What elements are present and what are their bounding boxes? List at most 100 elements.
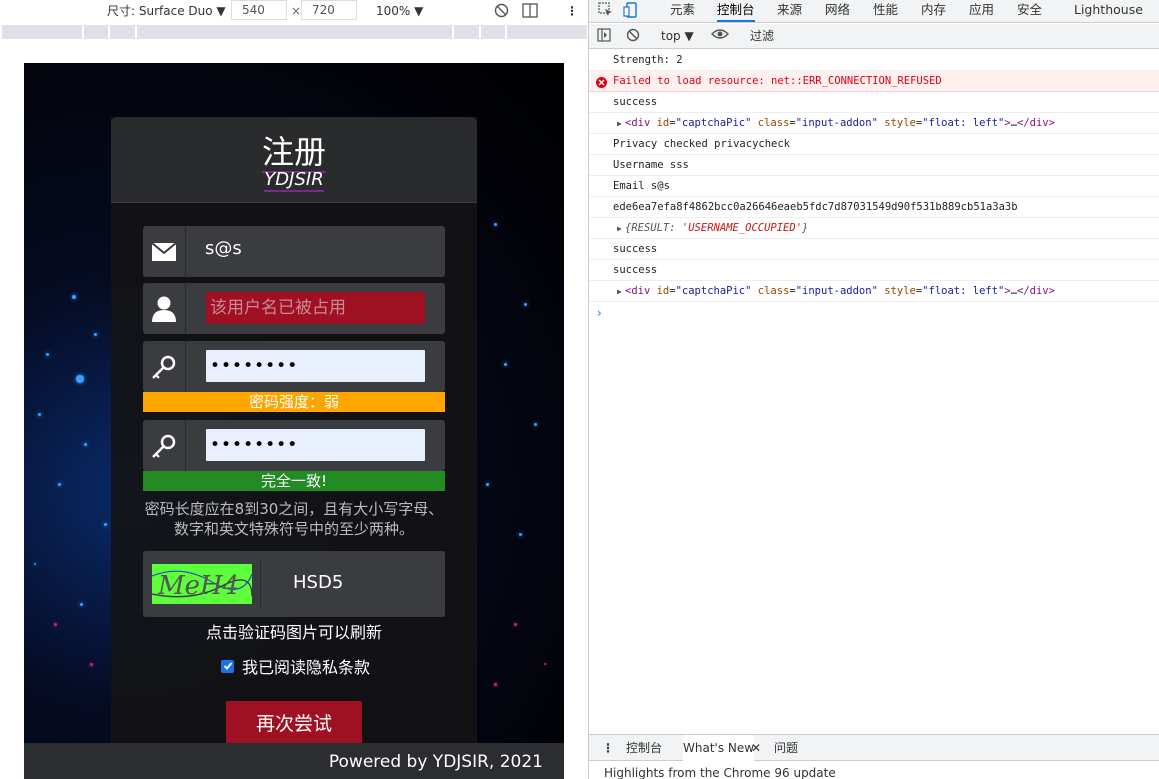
email-field[interactable]: s@s [143, 226, 445, 277]
log-entry: Strength: 2 [589, 50, 1159, 71]
width-input[interactable]: 540 [231, 0, 287, 20]
log-entry: Privacy checked privacycheck [589, 134, 1159, 155]
inspect-element-icon[interactable] [598, 2, 613, 24]
zoom-select[interactable]: 100% ▼ [376, 3, 423, 19]
tab-sources[interactable]: 来源 [777, 0, 802, 22]
console-log: Strength: 2 Failed to load resource: net… [589, 50, 1159, 302]
background-star [104, 523, 107, 526]
captcha-glyphs: MeH4 [157, 571, 239, 601]
privacy-checkbox-row[interactable]: 我已阅读隐私条款 [221, 654, 370, 678]
screen: 尺寸: Surface Duo ▼ 540 × 720 100% ▼ ⋮ 注册 … [0, 0, 1159, 779]
times-sign: × [291, 4, 302, 18]
ruler-segment[interactable] [137, 25, 454, 39]
log-entry: success [589, 92, 1159, 113]
username-field[interactable]: 该用户名已被占用 [143, 283, 445, 334]
more-options-icon[interactable]: ⋮ [566, 3, 578, 19]
device-toolbar: 尺寸: Surface Duo ▼ 540 × 720 100% ▼ ⋮ [0, 0, 588, 22]
tab-application[interactable]: 应用 [969, 0, 994, 22]
password-strength-bar: 密码强度：弱 [143, 392, 445, 412]
key-icon [143, 341, 186, 392]
tab-memory[interactable]: 内存 [921, 0, 946, 22]
ruler-segment[interactable] [2, 25, 84, 39]
captcha-divider [260, 559, 261, 609]
background-star [494, 223, 497, 226]
eye-icon[interactable] [711, 28, 729, 45]
context-select[interactable]: top ▼ [661, 28, 694, 45]
device-toggle-icon[interactable] [623, 2, 639, 24]
error-text: Failed to load resource: net::ERR_CONNEC… [613, 75, 942, 87]
sidebar-toggle-icon[interactable] [597, 28, 611, 45]
footer-text: Powered by YDJSIR, 2021 [328, 752, 543, 772]
expand-triangle-icon[interactable]: ▶ [617, 113, 622, 133]
background-star [504, 363, 507, 366]
background-star [524, 303, 527, 306]
log-entry: Email s@s [589, 176, 1159, 197]
background-star [34, 563, 36, 565]
captcha-image[interactable]: MeH4 [152, 564, 252, 604]
background-star [94, 333, 97, 336]
password-input[interactable]: •••••••• [206, 350, 425, 382]
ruler-segment[interactable] [481, 25, 507, 39]
user-icon [143, 283, 186, 334]
background-star [84, 443, 87, 446]
tab-lighthouse[interactable]: Lighthouse [1074, 0, 1143, 22]
confirm-password-input[interactable]: •••••••• [206, 429, 425, 461]
retry-button[interactable]: 再次尝试 [226, 701, 362, 747]
media-query-ruler[interactable] [2, 25, 587, 39]
username-input[interactable]: 该用户名已被占用 [206, 292, 425, 324]
background-star [46, 353, 49, 356]
email-value[interactable]: s@s [205, 238, 242, 259]
expand-triangle-icon[interactable]: ▶ [617, 281, 622, 301]
background-star [514, 623, 517, 626]
captcha-field[interactable]: MeH4 HSD5 [143, 551, 445, 617]
confirm-password-field[interactable]: •••••••• [143, 420, 445, 471]
throttle-off-icon[interactable] [494, 3, 509, 19]
drawer-tab-whats-new[interactable]: What's New [683, 735, 755, 761]
card-header: 注册 YDJSIR [111, 117, 477, 203]
log-entry-element[interactable]: ▶ <div id="captchaPic" class="input-addo… [589, 113, 1159, 134]
ruler-segment[interactable] [84, 25, 110, 39]
ruler-segment[interactable] [454, 25, 481, 39]
captcha-refresh-tip: 点击验证码图片可以刷新 [205, 623, 382, 642]
background-star [486, 483, 489, 486]
tab-console[interactable]: 控制台 [717, 0, 755, 22]
background-star [544, 663, 546, 665]
devtools-panel: 元素 控制台 来源 网络 性能 内存 应用 安全 Lighthouse top … [589, 0, 1159, 779]
expand-triangle-icon[interactable]: ▶ [617, 218, 622, 238]
drawer-menu-icon[interactable]: ⋮ [602, 735, 614, 761]
tab-elements[interactable]: 元素 [670, 0, 695, 22]
password-hint: 密码长度应在8到30之间，且有大小写字母、数字和英文特殊符号中的至少两种。 [144, 500, 444, 538]
subtitle-text: YDJSIR [264, 169, 324, 192]
close-icon[interactable]: ✕ [751, 735, 761, 761]
height-input[interactable]: 720 [301, 0, 357, 20]
drawer-tab-console[interactable]: 控制台 [626, 735, 662, 761]
password-field[interactable]: •••••••• [143, 341, 445, 392]
log-entry: Username sss [589, 155, 1159, 176]
dual-screen-icon[interactable] [522, 3, 538, 19]
log-entry: ede6ea7efa8f4862bcc0a26646eaeb5fdc7d8703… [589, 197, 1159, 218]
device-select[interactable]: 尺寸: Surface Duo ▼ [107, 3, 226, 19]
ruler-segment[interactable] [110, 25, 137, 39]
page-viewport: 注册 YDJSIR s@s 该用户名已被占用 •••••••• 密码强度：弱 •… [24, 63, 564, 779]
privacy-label[interactable]: 我已阅读隐私条款 [242, 654, 370, 678]
log-entry-element[interactable]: ▶ <div id="captchaPic" class="input-addo… [589, 281, 1159, 302]
console-prompt[interactable]: › [597, 306, 602, 320]
clear-console-icon[interactable] [626, 28, 640, 45]
drawer-tab-issues[interactable]: 问题 [774, 735, 798, 761]
privacy-checkbox[interactable] [221, 659, 234, 673]
log-entry-object[interactable]: ▶ {RESULT: 'USERNAME_OCCUPIED'} [589, 218, 1159, 239]
background-star [519, 533, 522, 536]
tab-security[interactable]: 安全 [1017, 0, 1042, 22]
envelope-icon [143, 226, 186, 277]
tab-performance[interactable]: 性能 [873, 0, 898, 22]
page-subtitle: YDJSIR [111, 169, 477, 192]
captcha-input[interactable]: HSD5 [293, 572, 343, 593]
filter-input[interactable]: 过滤 [750, 28, 774, 45]
whats-new-headline: Highlights from the Chrome 96 update [604, 766, 836, 779]
tab-network[interactable]: 网络 [825, 0, 850, 22]
device-pane: 尺寸: Surface Duo ▼ 540 × 720 100% ▼ ⋮ 注册 … [0, 0, 588, 779]
key-icon [143, 420, 186, 471]
background-star [90, 663, 93, 666]
background-star [54, 623, 57, 626]
background-star [534, 423, 537, 426]
